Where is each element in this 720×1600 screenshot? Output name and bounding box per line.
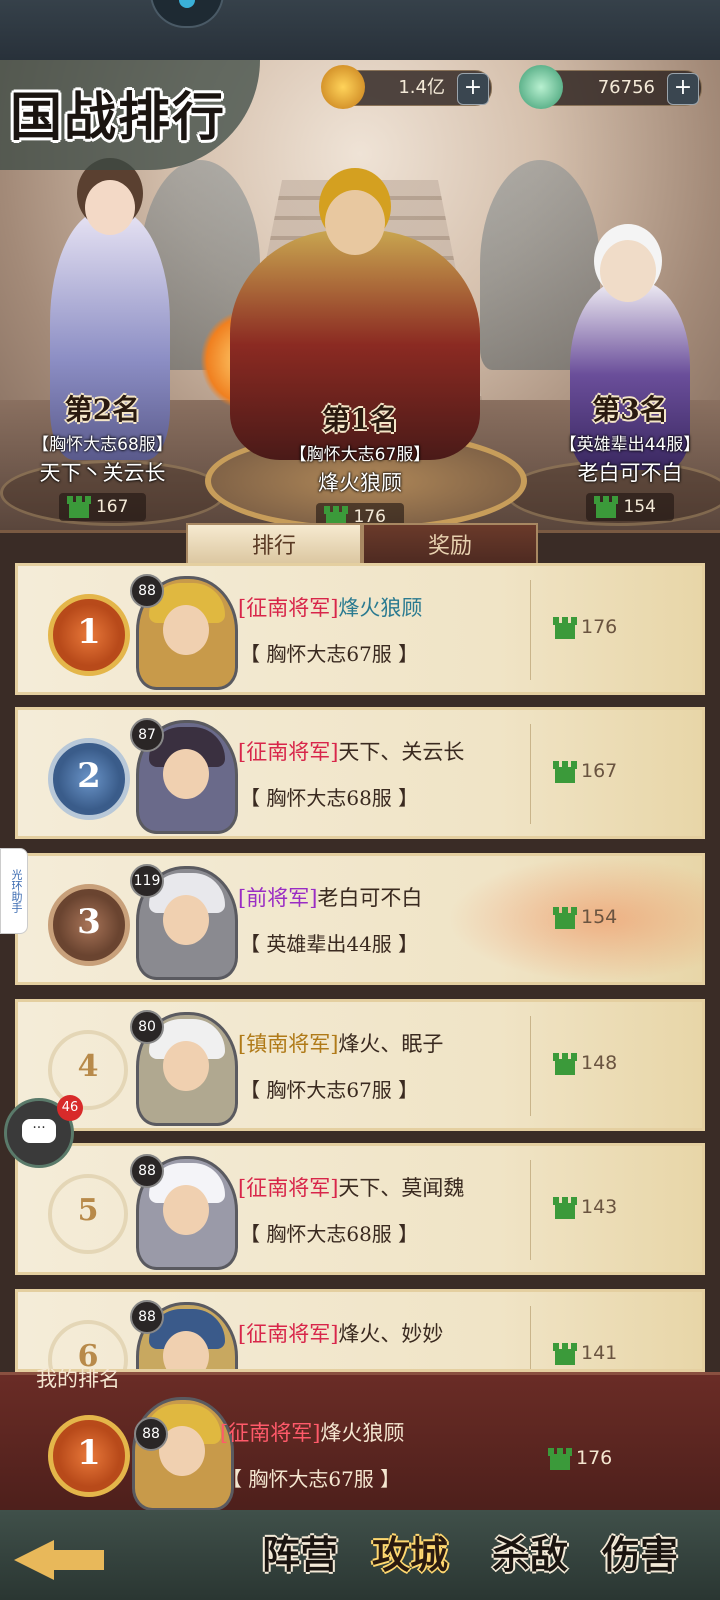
divider — [530, 580, 531, 680]
player-server: 【 胸怀大志67服 】 — [240, 1078, 419, 1102]
nav-kill-button[interactable]: 杀敌 — [480, 1518, 580, 1592]
player-server: 【 胸怀大志68服 】 — [240, 786, 419, 810]
jade-value: 76756 — [597, 77, 655, 98]
level-badge: 88 — [134, 1417, 168, 1451]
coin-currency: 1.4亿 + — [321, 65, 492, 109]
player-server: 【 英雄辈出44服 】 — [240, 932, 419, 956]
helper-tab[interactable]: 光环助手 — [0, 848, 28, 934]
level-badge: 88 — [130, 574, 164, 608]
player-name: [征南将军]烽火狼顾 — [220, 1421, 405, 1445]
level-badge: 87 — [130, 718, 164, 752]
page-title: 国战排行 — [10, 87, 227, 148]
podium-rank-label: 第3名 — [592, 393, 668, 426]
rank-medal: 1 — [48, 594, 130, 676]
podium-server: 【胸怀大志68服】 — [32, 435, 173, 455]
ranking-row[interactable]: 1 88 [征南将军]烽火狼顾 【 胸怀大志67服 】 176 — [15, 563, 705, 695]
player-server: 【 胸怀大志67服 】 — [240, 642, 419, 666]
my-ranking-label: 我的排名 — [36, 1367, 120, 1391]
ranking-row[interactable]: 5 88 [征南将军]天下、莫闻魏 【 胸怀大志68服 】 143 — [15, 1143, 705, 1275]
coin-icon — [321, 65, 365, 109]
fortress-icon — [553, 1196, 577, 1219]
level-badge: 119 — [130, 864, 164, 898]
rank-medal: 1 — [48, 1415, 130, 1497]
add-coin-button[interactable]: + — [457, 73, 489, 105]
player-name: [征南将军]天下、莫闻魏 — [238, 1176, 465, 1200]
ranking-row[interactable]: 6 88 [征南将军]烽火、妙妙 141 — [15, 1289, 705, 1372]
player-name: [征南将军]烽火、妙妙 — [238, 1322, 444, 1346]
player-name: [镇南将军]烽火、眠子 — [238, 1032, 444, 1056]
my-ranking: 我的排名 1 88 [征南将军]烽火狼顾 【 胸怀大志67服 】 176 — [0, 1367, 720, 1527]
divider — [530, 1306, 531, 1369]
podium-name: 老白可不白 — [577, 461, 683, 485]
podium-rank-label: 第2名 — [64, 393, 141, 426]
podium-name: 天下丶关云长 — [39, 461, 166, 485]
jade-currency: 76756 + — [519, 65, 702, 109]
podium-server: 【胸怀大志67服】 — [289, 445, 431, 465]
player-name: [前将军]老白可不白 — [238, 886, 423, 910]
back-arrow-icon[interactable] — [14, 1530, 110, 1586]
fortress-icon — [553, 906, 577, 929]
divider — [530, 724, 531, 824]
row-score: 154 — [553, 906, 617, 929]
fortress-icon — [594, 496, 619, 518]
fortress-icon — [66, 496, 91, 518]
level-badge: 88 — [130, 1300, 164, 1334]
top-bar — [0, 0, 720, 60]
coin-value: 1.4亿 — [398, 77, 445, 98]
nav-camp-button[interactable]: 阵营 — [250, 1518, 350, 1592]
row-score: 143 — [553, 1196, 617, 1219]
avatar[interactable] — [132, 1397, 234, 1511]
player-name: [征南将军]天下、关云长 — [238, 740, 465, 764]
player-name: [征南将军]烽火狼顾 — [238, 596, 423, 620]
fortress-icon — [553, 760, 577, 783]
ranking-row[interactable]: 3 119 [前将军]老白可不白 【 英雄辈出44服 】 154 — [15, 853, 705, 985]
podium-score: 154 — [586, 493, 674, 521]
chat-button[interactable]: ··· 46 — [4, 1095, 83, 1168]
chat-icon: ··· — [22, 1119, 56, 1143]
row-score: 148 — [553, 1052, 617, 1075]
nav-damage-button[interactable]: 伤害 — [590, 1518, 690, 1592]
chat-badge: 46 — [57, 1095, 83, 1121]
podium-rank-label: 第1名 — [322, 403, 398, 436]
podium-server: 【英雄辈出44服】 — [559, 435, 701, 455]
fortress-icon — [553, 616, 577, 639]
ranking-row[interactable]: 2 87 [征南将军]天下、关云长 【 胸怀大志68服 】 167 — [15, 707, 705, 839]
row-score: 176 — [553, 616, 617, 639]
podium-rank-2[interactable]: 第2名 【胸怀大志68服】 天下丶关云长 167 — [10, 388, 195, 521]
rank-medal: 3 — [48, 884, 130, 966]
row-score: 176 — [548, 1447, 612, 1470]
podium-score: 167 — [58, 493, 147, 521]
nav-siege-button[interactable]: 攻城 — [360, 1518, 460, 1592]
fortress-icon — [553, 1342, 577, 1365]
row-score: 141 — [553, 1342, 617, 1365]
podium-name: 烽火狼顾 — [318, 471, 402, 495]
fortress-icon — [553, 1052, 577, 1075]
podium-rank-3[interactable]: 第3名 【英雄辈出44服】 老白可不白 154 — [545, 388, 715, 521]
fortress-icon — [548, 1447, 572, 1470]
jade-icon — [519, 65, 563, 109]
divider — [530, 1016, 531, 1116]
player-server: 【 胸怀大志67服 】 — [222, 1467, 401, 1491]
ranking-row[interactable]: 4 80 [镇南将军]烽火、眠子 【 胸怀大志67服 】 148 — [15, 999, 705, 1131]
menu-orb-icon[interactable] — [150, 0, 224, 28]
row-score: 167 — [553, 760, 617, 783]
bottom-nav: 阵营 攻城 杀敌 伤害 — [0, 1510, 720, 1600]
divider — [530, 1160, 531, 1260]
rank-medal: 2 — [48, 738, 130, 820]
podium-rank-1[interactable]: 第1名 【胸怀大志67服】 烽火狼顾 176 — [255, 398, 465, 531]
rank-medal: 5 — [48, 1174, 128, 1254]
level-badge: 80 — [130, 1010, 164, 1044]
player-server: 【 胸怀大志68服 】 — [240, 1222, 419, 1246]
add-jade-button[interactable]: + — [667, 73, 699, 105]
level-badge: 88 — [130, 1154, 164, 1188]
